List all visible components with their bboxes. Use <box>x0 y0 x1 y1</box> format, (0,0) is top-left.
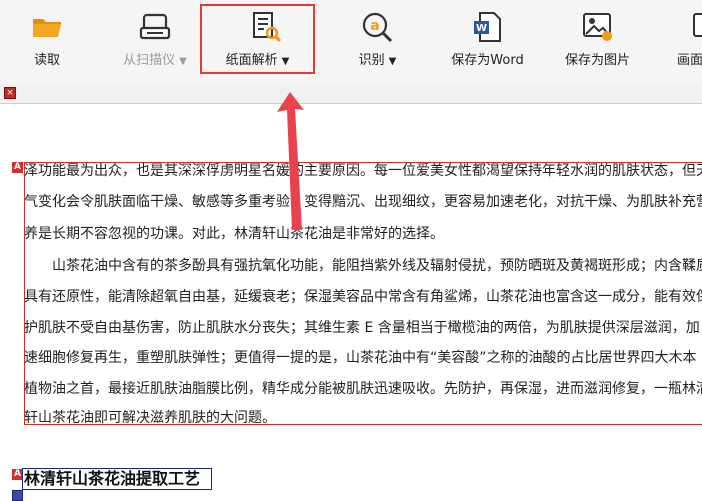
text-line: 护肌肤不受自由基伤害，防止肌肤水分丧失；其维生素 E 含量相当于橄榄油的两倍，为… <box>24 320 700 336</box>
section-heading: 林清轩山茶花油提取工艺 <box>24 469 201 488</box>
text-line: 植物油之首，最接近肌肤油脂膜比例，精华成分能被肌肤迅速吸收。先防护，再保湿，进而… <box>24 381 702 397</box>
text-line: 山茶花油中含有的茶多酚具有强抗氧化功能，能阻挡紫外线及辐射侵扰，预防晒斑及黄褐斑… <box>52 258 702 274</box>
tab-strip: × <box>0 84 702 104</box>
save-word-label: 保存为Word <box>451 53 524 68</box>
scanner-icon <box>139 13 171 40</box>
recognize-caret: ▼ <box>388 56 397 67</box>
svg-text:W: W <box>476 23 487 34</box>
image-icon <box>583 13 612 41</box>
recognize-button[interactable]: a 识别 ▼ <box>340 0 415 84</box>
recognize-icon: a <box>362 12 393 43</box>
save-word-button[interactable]: W 保存为Word <box>440 0 535 84</box>
text-line: 速细胞修复再生，重塑肌肤弹性；更值得一提的是，山茶花油中有“美容酸”之称的油酸的… <box>24 350 697 366</box>
toolbar: 读取 从扫描仪 ▼ 纸面解析 ▼ a 识别 ▼ W 保存为Word 保存为图片 … <box>0 0 702 85</box>
scan-label: 从扫描仪 ▼ <box>110 49 200 68</box>
screen-cut-icon <box>693 13 702 37</box>
save-image-label: 保存为图片 <box>564 53 630 68</box>
text-line: 气变化会令肌肤面临干燥、敏感等多重考验，变得黯沉、出现细纹，更容易加速老化，对抗… <box>24 194 702 210</box>
recognize-label-text: 识别 <box>358 53 385 68</box>
text-line: 轩山茶花油即可解决滋养肌肤的大问题。 <box>24 410 276 426</box>
text-line: 泽功能最为出众，也是其深深俘虏明星名媛的主要原因。每一位爱美女性都渴望保持年轻水… <box>24 163 702 179</box>
read-button[interactable]: 读取 <box>12 0 82 84</box>
word-icon: W <box>474 12 501 42</box>
close-icon[interactable]: × <box>4 87 16 99</box>
svg-text:a: a <box>370 18 379 34</box>
highlight-box <box>200 4 315 74</box>
cut-label: 画面 <box>677 53 702 68</box>
folder-icon <box>33 19 61 37</box>
text-line: 具有还原性，能清除超氧自由基，延缓衰老；保湿美容品中常含有角鲨烯，山茶花油也富含… <box>24 289 702 305</box>
recognize-label: 识别 ▼ <box>340 49 415 68</box>
read-label: 读取 <box>33 53 60 68</box>
document-area: A 泽功能最为出众，也是其深深俘虏明星名媛的主要原因。每一位爱美女性都渴望保持年… <box>0 104 702 501</box>
scan-label-text: 从扫描仪 <box>123 53 176 68</box>
cut-button[interactable]: 画面 <box>665 0 702 84</box>
scan-button[interactable]: 从扫描仪 ▼ <box>110 0 200 84</box>
text-line: 养是长期不容忽视的功课。对此，林清轩山茶花油是非常好的选择。 <box>24 226 444 242</box>
image-block-marker <box>12 490 23 501</box>
block-badge: A <box>12 162 23 173</box>
scan-caret: ▼ <box>179 56 187 67</box>
save-image-button[interactable]: 保存为图片 <box>555 0 640 84</box>
